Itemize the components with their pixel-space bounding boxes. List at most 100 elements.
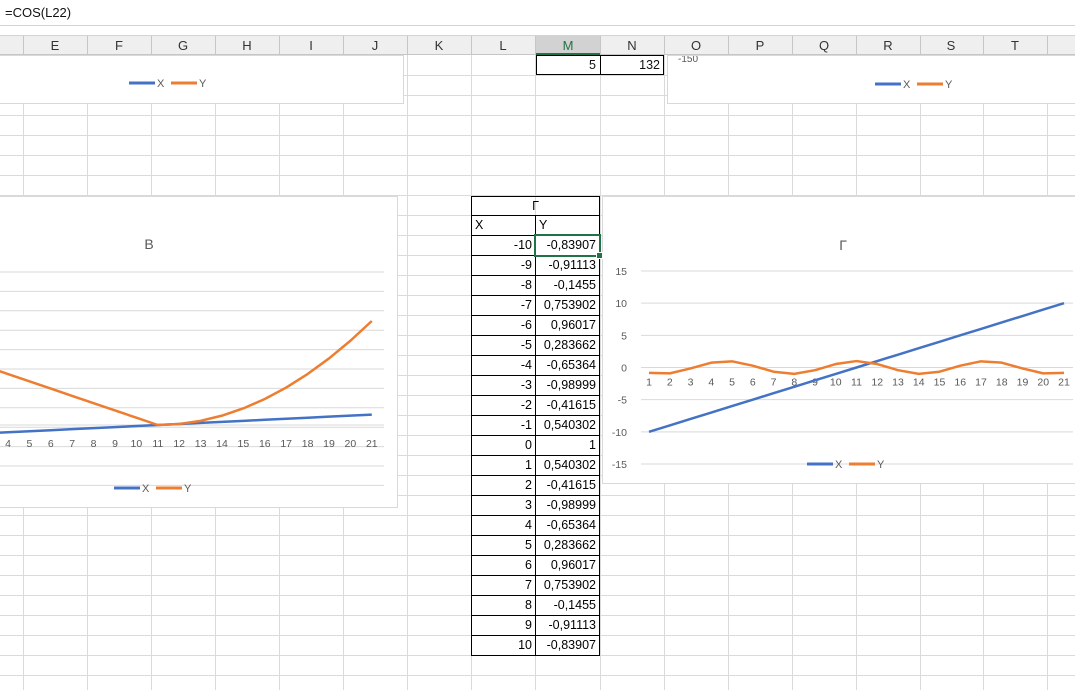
table-cell-y[interactable]: 0,753902: [536, 296, 600, 316]
table-cell-x[interactable]: -9: [471, 256, 536, 276]
table-cell-x[interactable]: 6: [471, 556, 536, 576]
chart-g-x-tick: 1: [646, 377, 652, 389]
table-cell-x[interactable]: 7: [471, 576, 536, 596]
formula-bar[interactable]: =COS(L22): [0, 0, 1075, 26]
table-cell-x[interactable]: 0: [471, 436, 536, 456]
table-row: -6 0,96017: [471, 316, 600, 336]
table-cell-y[interactable]: -0,1455: [536, 596, 600, 616]
chart-g-y-tick: -10: [612, 427, 627, 439]
chart-b-x-tick: 11: [152, 438, 163, 450]
table-cell-x[interactable]: -4: [471, 356, 536, 376]
chart-g-x-tick: 19: [1017, 377, 1029, 389]
table-cell-x[interactable]: -5: [471, 336, 536, 356]
chart-g-x-tick: 17: [975, 377, 987, 389]
chart-g-x-tick: 12: [871, 377, 883, 389]
table-cell-x[interactable]: 2: [471, 476, 536, 496]
table-cell-y[interactable]: -0,65364: [536, 516, 600, 536]
chart-top-right[interactable]: -150 X Y: [667, 54, 1075, 104]
cell-n-value[interactable]: 132: [600, 55, 664, 75]
table-cell-x[interactable]: 10: [471, 636, 536, 656]
table-cell-x[interactable]: 3: [471, 496, 536, 516]
chart-g-x-tick: 11: [851, 377, 862, 389]
worksheet-grid[interactable]: EFGHIJKLMNOPQRST XY -150 X Y 5 132 В456789…: [0, 26, 1075, 690]
table-cell-y[interactable]: 0,540302: [536, 416, 600, 436]
table-cell-y[interactable]: -0,83907: [536, 236, 600, 256]
chart-g-x-tick: 3: [688, 377, 694, 389]
table-cell-x[interactable]: 8: [471, 596, 536, 616]
table-cell-x[interactable]: 4: [471, 516, 536, 536]
table-cell-x[interactable]: 1: [471, 456, 536, 476]
table-cell-y[interactable]: -0,98999: [536, 496, 600, 516]
table-row: -10 -0,83907: [471, 236, 600, 256]
table-cell-x[interactable]: -10: [471, 236, 536, 256]
chart-g-y-tick: 10: [615, 298, 627, 310]
table-cell-y[interactable]: 0,283662: [536, 336, 600, 356]
chart-g-y-tick: -5: [618, 395, 627, 407]
chart-g-y-tick: 0: [621, 363, 627, 375]
chart-g-x-tick: 4: [708, 377, 714, 389]
table-cell-x[interactable]: 9: [471, 616, 536, 636]
chart-b-x-tick: 15: [238, 438, 250, 450]
chart-g-x-tick: 18: [996, 377, 1008, 389]
table-cell-y[interactable]: -0,41615: [536, 476, 600, 496]
chart-g-x-tick: 13: [892, 377, 904, 389]
table-cell-y[interactable]: -0,91113: [536, 256, 600, 276]
table-cell-y[interactable]: 1: [536, 436, 600, 456]
table-cell-y[interactable]: 0,96017: [536, 556, 600, 576]
table-row: 6 0,96017: [471, 556, 600, 576]
table-title[interactable]: Г: [471, 196, 600, 216]
table-cell-x[interactable]: -7: [471, 296, 536, 316]
table-cell-x[interactable]: -2: [471, 396, 536, 416]
chart-legend: XY: [129, 78, 207, 90]
table-cell-y[interactable]: -0,41615: [536, 396, 600, 416]
data-table: Г X Y -10 -0,83907 -9 -0,91113 -8 -0,1455 -7 0,…: [471, 196, 600, 656]
table-cell-y[interactable]: 0,96017: [536, 316, 600, 336]
table-row: -5 0,283662: [471, 336, 600, 356]
table-row: -7 0,753902: [471, 296, 600, 316]
fill-handle[interactable]: [596, 252, 603, 259]
table-cell-x[interactable]: -8: [471, 276, 536, 296]
chart-top-left-svg: XY: [129, 78, 207, 90]
table-cell-y[interactable]: 0,753902: [536, 576, 600, 596]
table-cell-x[interactable]: 5: [471, 536, 536, 556]
table-row: 1 0,540302: [471, 456, 600, 476]
chart-top-left[interactable]: XY: [0, 55, 404, 104]
chart-b-x-tick: 10: [131, 438, 143, 450]
chart-b-x-tick: 12: [173, 438, 185, 450]
table-cell-y[interactable]: -0,65364: [536, 356, 600, 376]
table-row: -3 -0,98999: [471, 376, 600, 396]
chart-g-x-tick: 7: [771, 377, 777, 389]
chart-top-right-svg: -150X Y: [678, 54, 953, 91]
cell-m-value[interactable]: 5: [536, 55, 600, 75]
table-header-y[interactable]: Y: [536, 216, 600, 236]
table-cell-x[interactable]: -6: [471, 316, 536, 336]
table-cell-x[interactable]: -3: [471, 376, 536, 396]
table-cell-y[interactable]: 0,283662: [536, 536, 600, 556]
legend-label-y: Y: [945, 79, 953, 91]
table-cell-y[interactable]: -0,91113: [536, 616, 600, 636]
table-row: -2 -0,41615: [471, 396, 600, 416]
table-row: 4 -0,65364: [471, 516, 600, 536]
table-row: 8 -0,1455: [471, 596, 600, 616]
chart-g[interactable]: Г 15 10 5 0 -5 -10 -15 1 2 3 4 5 6 7 8 9 10 11 12 13 14 15 16 17…: [602, 196, 1075, 484]
chart-g-x-tick: 2: [667, 377, 673, 389]
legend-label-x: X: [903, 79, 911, 91]
table-row: 3 -0,98999: [471, 496, 600, 516]
table-cell-y[interactable]: -0,98999: [536, 376, 600, 396]
table-cell-x[interactable]: -1: [471, 416, 536, 436]
legend-label-y: Y: [877, 459, 885, 471]
chart-b-x-tick: 9: [112, 438, 118, 450]
table-cell-y[interactable]: -0,83907: [536, 636, 600, 656]
chart-b[interactable]: В 4 5 6 7 8 9 10 11 12 13 14 15 16 17 18 19 20 21 X Y: [0, 196, 398, 508]
chart-b-svg: В4 5 6 7 8 9 10 11 12 13 14 15 16 17 18 19 20 21X Y: [0, 236, 384, 495]
chart-legend: XY: [875, 79, 953, 91]
table-row: -9 -0,91113: [471, 256, 600, 276]
chart-b-x-tick: 6: [48, 438, 54, 450]
chart-b-x-tick: 5: [26, 438, 32, 450]
formula-text[interactable]: =COS(L22): [5, 5, 71, 20]
table-cell-y[interactable]: -0,1455: [536, 276, 600, 296]
chart-g-x-tick: 15: [934, 377, 946, 389]
table-header-x[interactable]: X: [471, 216, 536, 236]
table-cell-y[interactable]: 0,540302: [536, 456, 600, 476]
chart-g-y-tick: 5: [621, 330, 627, 342]
